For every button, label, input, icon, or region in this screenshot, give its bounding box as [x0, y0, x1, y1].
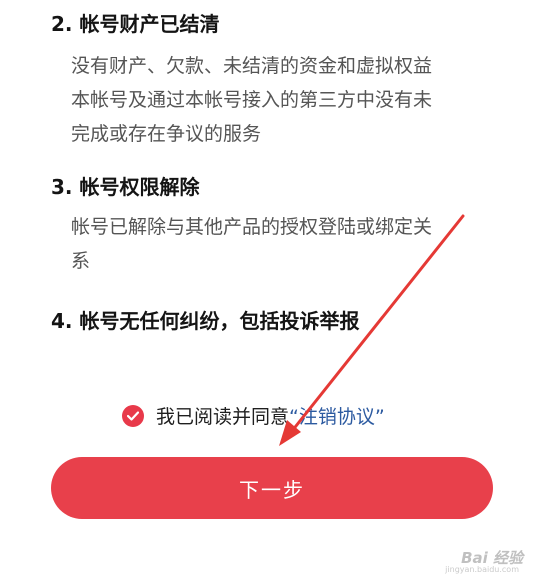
- section-heading: 3. 帐号权限解除: [51, 175, 200, 199]
- section-assets-cleared: 2. 帐号财产已结清 没有财产、欠款、未结清的资金和虚拟权益 本帐号及通过本帐号…: [51, 10, 515, 151]
- watermark-url: jingyan.baidu.com: [445, 565, 519, 574]
- description-line: 本帐号及通过本帐号接入的第三方中没有未: [71, 89, 433, 111]
- section-heading: 4. 帐号无任何纠纷，包括投诉举报: [51, 309, 360, 333]
- section-permissions-removed: 3. 帐号权限解除 帐号已解除与其他产品的授权登陆或绑定关 系: [51, 173, 515, 278]
- next-step-button[interactable]: 下一步: [51, 457, 493, 519]
- description-line: 没有财产、欠款、未结清的资金和虚拟权益: [71, 55, 433, 77]
- agreement-text: 我已阅读并同意: [156, 406, 290, 428]
- section-heading: 2. 帐号财产已结清: [51, 12, 220, 36]
- checkbox-checked-icon[interactable]: [122, 404, 144, 427]
- description-line: 帐号已解除与其他产品的授权登陆或绑定关: [71, 216, 433, 238]
- section-description: 帐号已解除与其他产品的授权登陆或绑定关 系: [71, 210, 515, 278]
- section-description: 没有财产、欠款、未结清的资金和虚拟权益 本帐号及通过本帐号接入的第三方中没有未 …: [71, 49, 515, 151]
- description-line: 完成或存在争议的服务: [71, 123, 262, 145]
- description-line: 系: [71, 250, 91, 272]
- cancellation-agreement-link[interactable]: “注销协议”: [289, 402, 385, 429]
- agreement-row[interactable]: 我已阅读并同意 “注销协议”: [122, 402, 385, 429]
- section-no-disputes: 4. 帐号无任何纠纷，包括投诉举报: [51, 307, 515, 335]
